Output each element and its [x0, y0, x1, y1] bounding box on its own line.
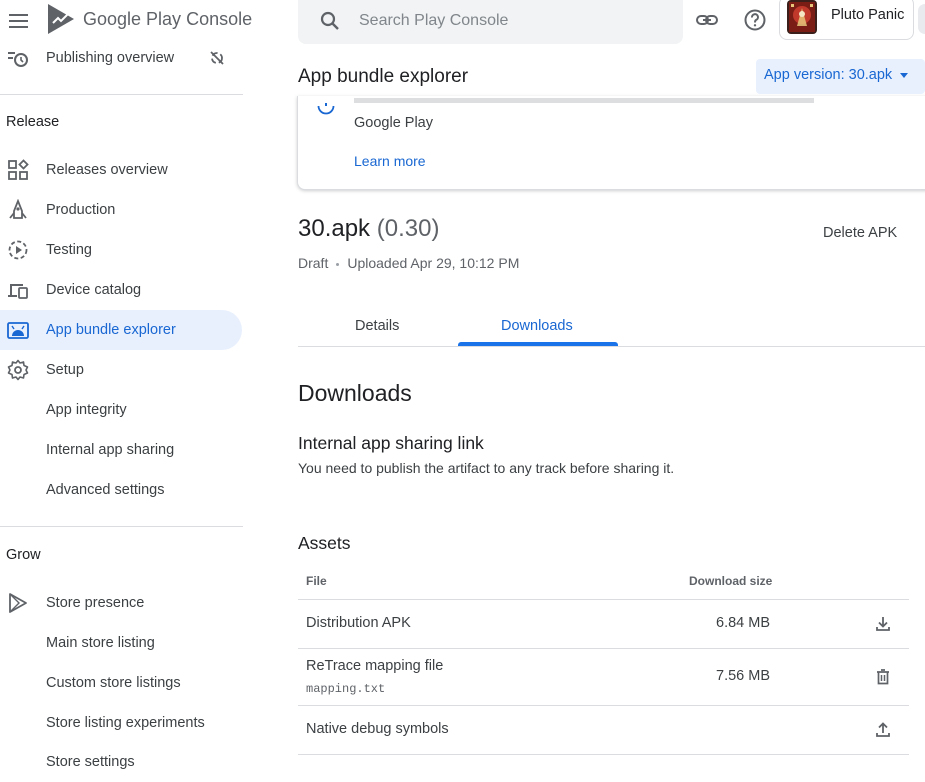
upload-date: Uploaded Apr 29, 10:12 PM	[347, 255, 520, 271]
sidebar-item-label: Internal app sharing	[46, 442, 175, 458]
search-icon[interactable]	[318, 9, 342, 33]
sidebar-item-label: Main store listing	[46, 635, 155, 651]
app-version-label[interactable]: App version: 30.apk	[764, 67, 892, 83]
profile-avatar[interactable]	[918, 4, 925, 34]
table-cell-file: ReTrace mapping file	[306, 658, 444, 674]
upload-icon[interactable]	[874, 721, 892, 739]
sidebar: Google Play Console Publishing overview …	[0, 0, 252, 770]
dashboard-icon	[7, 159, 29, 181]
sidebar-item-store-presence[interactable]: Store presence	[0, 583, 242, 623]
sidebar-item-custom-store-listings[interactable]: Custom store listings	[0, 663, 242, 703]
sidebar-item-label: Publishing overview	[46, 50, 175, 66]
sidebar-item-label: App bundle explorer	[46, 322, 176, 338]
sidebar-item-testing[interactable]: Testing	[0, 230, 242, 270]
app-avatar	[787, 0, 817, 34]
tabs-divider	[298, 346, 925, 347]
sidebar-item-setup[interactable]: Setup	[0, 350, 242, 390]
sidebar-item-advanced-settings[interactable]: Advanced settings	[0, 470, 242, 510]
separator-dot	[336, 262, 340, 266]
sidebar-item-label: Device catalog	[46, 282, 142, 298]
info-text: Google Play	[354, 115, 433, 131]
sidebar-item-label: Store presence	[46, 595, 145, 611]
section-title-grow: Grow	[6, 547, 41, 563]
info-card	[297, 96, 925, 190]
page-title: App bundle explorer	[298, 66, 469, 87]
delete-icon[interactable]	[874, 668, 892, 686]
gear-icon	[7, 359, 29, 381]
sharing-heading: Internal app sharing link	[298, 433, 484, 453]
dropdown-caret-icon[interactable]	[900, 73, 908, 78]
sidebar-item-store-settings[interactable]: Store settings	[0, 742, 242, 782]
apk-name: 30.apk	[298, 215, 371, 242]
apk-title: 30.apk (0.30)	[298, 215, 439, 243]
sidebar-item-label: Setup	[46, 362, 84, 378]
info-icon	[317, 97, 335, 115]
sidebar-item-label: Advanced settings	[46, 482, 165, 498]
sidebar-item-app-integrity[interactable]: App integrity	[0, 390, 242, 430]
play-outline-icon	[7, 592, 29, 614]
devices-icon	[7, 279, 29, 301]
learn-more-link[interactable]: Learn more	[354, 153, 426, 169]
table-divider	[298, 754, 909, 755]
sync-off-icon[interactable]	[209, 50, 225, 66]
table-cell-size: 7.56 MB	[716, 668, 770, 684]
production-icon	[7, 199, 29, 221]
sidebar-item-device-catalog[interactable]: Device catalog	[0, 270, 242, 310]
apk-status-line: Draft Uploaded Apr 29, 10:12 PM	[298, 255, 519, 271]
table-divider	[298, 599, 909, 600]
link-icon[interactable]	[695, 8, 719, 32]
assets-heading: Assets	[298, 533, 351, 553]
table-divider	[298, 705, 909, 706]
sidebar-item-label: Custom store listings	[46, 675, 181, 691]
tab-downloads[interactable]: Downloads	[501, 318, 573, 334]
search-input[interactable]: Search Play Console	[359, 12, 508, 30]
android-bundle-icon	[7, 319, 29, 341]
delete-apk-button[interactable]: Delete APK	[823, 225, 897, 241]
testing-icon	[7, 239, 29, 261]
account-name[interactable]: Pluto Panic	[831, 7, 904, 23]
sidebar-item-label: Releases overview	[46, 162, 168, 178]
sidebar-item-label: Production	[46, 202, 116, 218]
sharing-description: You need to publish the artifact to any …	[298, 460, 675, 476]
sidebar-item-label: Store listing experiments	[46, 715, 205, 731]
status-badge: Draft	[298, 255, 329, 271]
column-header-size: Download size	[689, 574, 773, 588]
help-icon[interactable]	[743, 8, 767, 32]
apk-version: (0.30)	[376, 215, 440, 242]
tab-details[interactable]: Details	[355, 318, 399, 334]
history-icon	[7, 47, 29, 69]
sidebar-item-internal-app-sharing[interactable]: Internal app sharing	[0, 430, 242, 470]
section-heading: Downloads	[298, 380, 412, 406]
brand-name[interactable]: Google Play Console	[83, 9, 252, 30]
menu-icon[interactable]	[8, 10, 30, 32]
sidebar-item-main-store-listing[interactable]: Main store listing	[0, 623, 242, 663]
sidebar-item-releases-overview[interactable]: Releases overview	[0, 150, 242, 190]
play-console-logo-icon[interactable]	[46, 3, 76, 35]
sidebar-divider	[0, 94, 243, 95]
active-tab-indicator	[458, 342, 618, 346]
table-cell-file: Distribution APK	[306, 615, 411, 631]
table-cell-file: Native debug symbols	[306, 721, 449, 737]
sidebar-item-store-listing-experiments[interactable]: Store listing experiments	[0, 703, 242, 743]
sidebar-item-label: Testing	[46, 242, 92, 258]
info-text-clipped	[354, 98, 814, 103]
table-divider	[298, 648, 909, 649]
sidebar-divider	[0, 526, 243, 527]
sidebar-item-label: App integrity	[46, 402, 127, 418]
table-cell-filename: mapping.txt	[306, 682, 386, 696]
download-icon[interactable]	[874, 615, 892, 633]
sidebar-item-app-bundle-explorer[interactable]: App bundle explorer	[0, 310, 242, 350]
table-cell-size: 6.84 MB	[716, 615, 770, 631]
sidebar-item-production[interactable]: Production	[0, 190, 242, 230]
sidebar-item-publishing-overview[interactable]: Publishing overview	[0, 38, 242, 78]
section-title-release: Release	[6, 114, 60, 130]
column-header-file: File	[306, 574, 327, 588]
